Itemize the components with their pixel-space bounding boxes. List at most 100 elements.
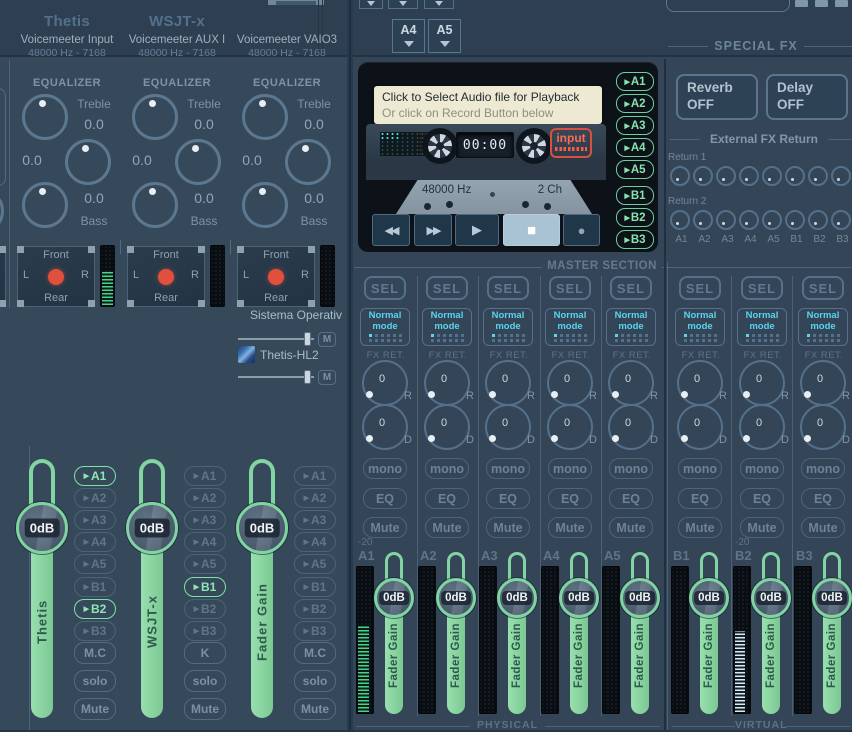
fader-knob[interactable]: 0dB <box>751 578 791 618</box>
window-button[interactable] <box>815 0 828 7</box>
delay-return-knob[interactable]: 0 <box>739 404 785 450</box>
fader-knob[interactable]: 0dB <box>497 578 537 618</box>
route-b2-button[interactable]: B2 <box>294 599 336 619</box>
cutoff-wide-button[interactable] <box>666 0 790 12</box>
fx-return-knob[interactable] <box>716 210 736 230</box>
fx-return-knob[interactable] <box>762 166 782 186</box>
record-button[interactable]: ● <box>563 214 600 246</box>
pan-pad[interactable]: Front L R Rear <box>127 246 205 307</box>
fader-track[interactable]: Thetis <box>31 526 53 718</box>
reverb-button[interactable]: Reverb OFF <box>676 74 758 120</box>
route-b1-button[interactable]: B1 <box>184 577 226 597</box>
route-a1-button[interactable]: A1 <box>184 466 226 486</box>
reverb-return-knob[interactable]: 0 <box>800 360 846 406</box>
window-button[interactable] <box>795 0 808 7</box>
bus-mode-button[interactable]: Normal mode <box>737 308 787 346</box>
strip-solo-button[interactable]: solo <box>74 670 116 692</box>
fader-track[interactable]: Fader Gain <box>251 526 273 718</box>
delay-return-knob[interactable]: 0 <box>424 404 470 450</box>
recorder-route-a3-button[interactable]: A3 <box>616 116 654 135</box>
app-volume-handle[interactable] <box>304 332 311 346</box>
strip-mute-button[interactable]: Mute <box>74 698 116 720</box>
bass-knob[interactable] <box>132 182 178 228</box>
fx-return-knob[interactable] <box>785 210 805 230</box>
mute-button[interactable]: Mute <box>486 517 530 538</box>
mono-button[interactable]: mono <box>609 458 653 479</box>
delay-return-knob[interactable]: 0 <box>485 404 531 450</box>
treble-knob[interactable] <box>242 94 288 140</box>
sel-button[interactable]: SEL <box>610 276 652 300</box>
window-button[interactable] <box>835 0 848 7</box>
route-b2-button[interactable]: B2 <box>74 599 116 619</box>
mid-knob[interactable] <box>175 139 221 185</box>
play-button[interactable]: ▶ <box>455 214 499 246</box>
delay-return-knob[interactable]: 0 <box>608 404 654 450</box>
treble-knob[interactable] <box>132 94 178 140</box>
hardware-out-a5-button[interactable]: A5 <box>428 19 461 53</box>
strip-mute-button[interactable]: Mute <box>294 698 336 720</box>
fx-return-knob[interactable] <box>716 166 736 186</box>
route-a5-button[interactable]: A5 <box>294 554 336 574</box>
fx-return-knob[interactable] <box>831 210 851 230</box>
route-b1-button[interactable]: B1 <box>74 577 116 597</box>
fx-return-knob[interactable] <box>670 166 690 186</box>
route-a5-button[interactable]: A5 <box>184 554 226 574</box>
fx-return-knob[interactable] <box>739 166 759 186</box>
strip-device-name[interactable]: Voicemeeter VAIO3 <box>232 34 342 46</box>
reverb-return-knob[interactable]: 0 <box>547 360 593 406</box>
pan-position-dot[interactable] <box>48 269 64 285</box>
mute-button[interactable]: Mute <box>548 517 592 538</box>
strip-mode-button[interactable]: M.C <box>74 642 116 664</box>
hardware-out-a4-button[interactable]: A4 <box>392 19 425 53</box>
eq-button[interactable]: EQ <box>363 488 407 509</box>
strip-title[interactable]: Thetis <box>12 13 122 30</box>
route-a4-button[interactable]: A4 <box>74 532 116 552</box>
sel-button[interactable]: SEL <box>549 276 591 300</box>
mute-button[interactable]: Mute <box>740 517 784 538</box>
sel-button[interactable]: SEL <box>364 276 406 300</box>
eq-button[interactable]: EQ <box>548 488 592 509</box>
delay-return-knob[interactable]: 0 <box>362 404 408 450</box>
mid-knob[interactable] <box>65 139 111 185</box>
route-a3-button[interactable]: A3 <box>74 510 116 530</box>
eq-button[interactable]: EQ <box>678 488 722 509</box>
delay-return-knob[interactable]: 0 <box>677 404 723 450</box>
pan-position-dot[interactable] <box>268 269 284 285</box>
fader-knob[interactable]: 0dB <box>16 502 68 554</box>
fader-knob[interactable]: 0dB <box>559 578 599 618</box>
eq-button[interactable]: EQ <box>740 488 784 509</box>
sel-button[interactable]: SEL <box>741 276 783 300</box>
eq-button[interactable]: EQ <box>486 488 530 509</box>
app-mute-button[interactable]: M <box>318 332 336 347</box>
fader-knob[interactable]: 0dB <box>620 578 660 618</box>
fx-return-knob[interactable] <box>693 210 713 230</box>
delay-button[interactable]: Delay OFF <box>766 74 848 120</box>
recorder-route-a1-button[interactable]: A1 <box>616 72 654 91</box>
fx-return-knob[interactable] <box>831 166 851 186</box>
route-a3-button[interactable]: A3 <box>294 510 336 530</box>
mono-button[interactable]: mono <box>363 458 407 479</box>
recorder-route-b1-button[interactable]: B1 <box>616 186 654 205</box>
app-volume-slider[interactable] <box>238 338 314 340</box>
reverb-return-knob[interactable]: 0 <box>608 360 654 406</box>
reverb-return-knob[interactable]: 0 <box>362 360 408 406</box>
fader-knob[interactable]: 0dB <box>236 502 288 554</box>
mute-button[interactable]: Mute <box>609 517 653 538</box>
bass-knob[interactable] <box>242 182 288 228</box>
route-a4-button[interactable]: A4 <box>294 532 336 552</box>
eq-button[interactable]: EQ <box>801 488 845 509</box>
mono-button[interactable]: mono <box>425 458 469 479</box>
sel-button[interactable]: SEL <box>487 276 529 300</box>
app-mute-button[interactable]: M <box>318 370 336 385</box>
bus-mode-button[interactable]: Normal mode <box>798 308 848 346</box>
recorder-route-a4-button[interactable]: A4 <box>616 138 654 157</box>
mono-button[interactable]: mono <box>678 458 722 479</box>
reverb-return-knob[interactable]: 0 <box>677 360 723 406</box>
fader-knob[interactable]: 0dB <box>436 578 476 618</box>
mono-button[interactable]: mono <box>801 458 845 479</box>
pan-pad[interactable]: Front L R Rear <box>17 246 95 307</box>
route-a2-button[interactable]: A2 <box>294 488 336 508</box>
strip-title[interactable]: WSJT-x <box>122 13 232 30</box>
treble-knob[interactable] <box>22 94 68 140</box>
eq-button[interactable]: EQ <box>609 488 653 509</box>
